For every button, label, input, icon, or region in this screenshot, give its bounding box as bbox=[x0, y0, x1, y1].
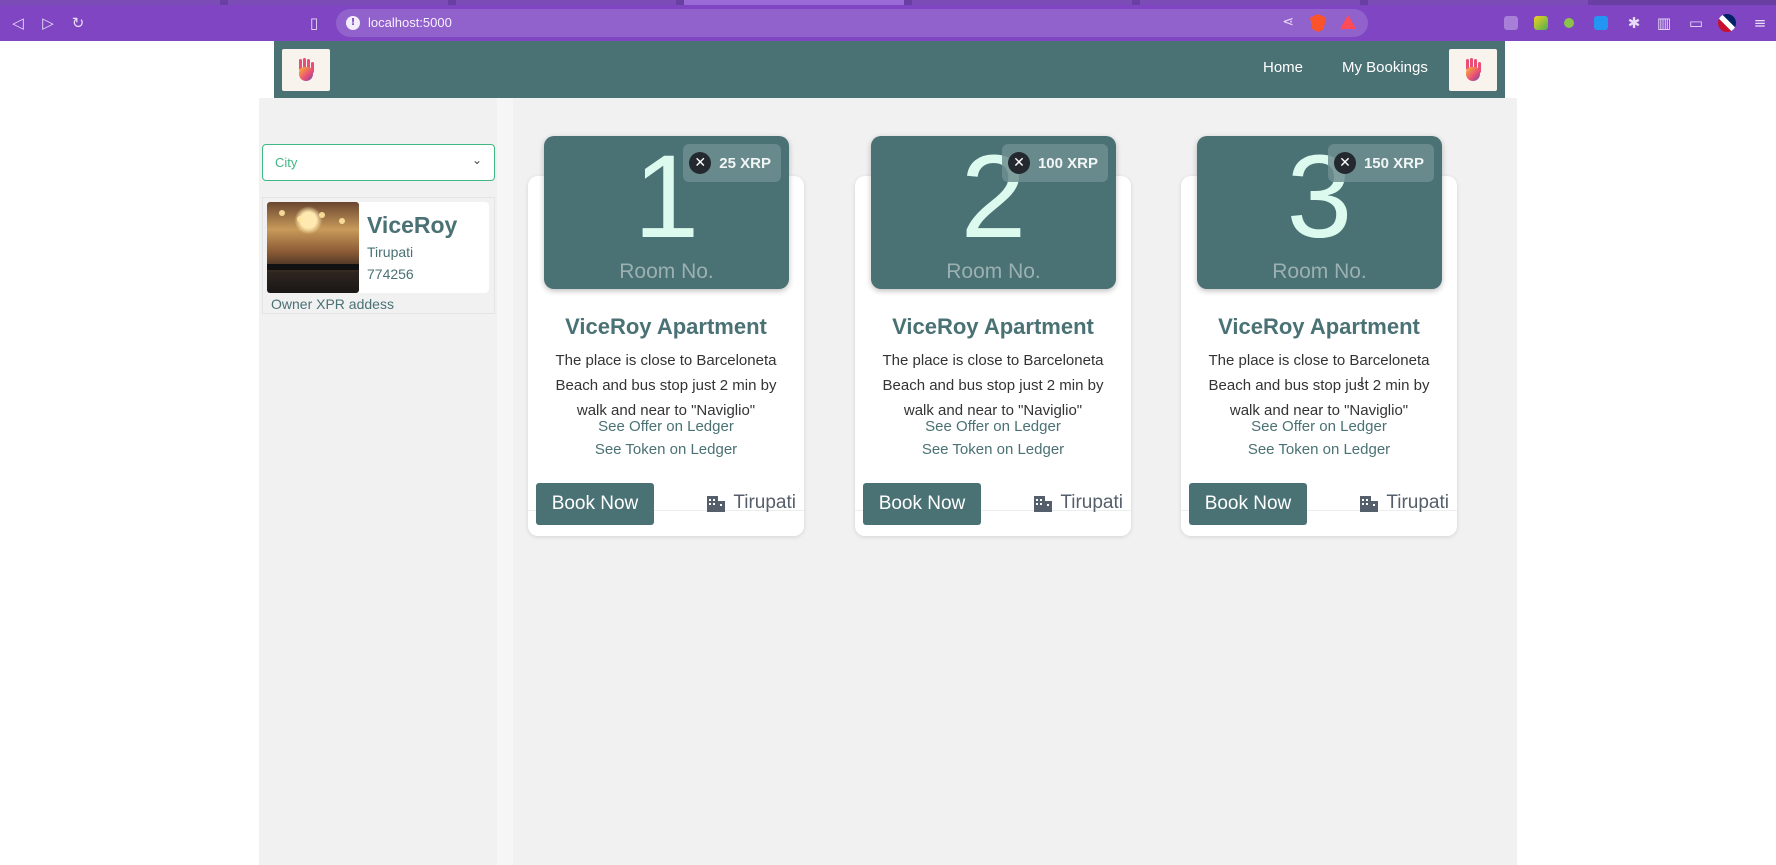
book-now-button[interactable]: Book Now bbox=[536, 483, 654, 525]
nav-my-bookings-link[interactable]: My Bookings bbox=[1342, 59, 1428, 76]
city-select-value: City bbox=[275, 155, 298, 170]
hotel-image bbox=[267, 202, 359, 293]
navbar: Home My Bookings bbox=[274, 41, 1505, 98]
room-location: Tirupati bbox=[1360, 492, 1449, 514]
room-description: The place is close to Barceloneta Beach … bbox=[882, 352, 1104, 419]
price-badge: ✕ 100 XRP bbox=[1001, 144, 1108, 182]
text-cursor-icon: I bbox=[1360, 376, 1364, 391]
room-number-label: Room No. bbox=[1272, 260, 1367, 283]
sidebar-icon[interactable]: ▥ bbox=[1654, 13, 1674, 33]
price-text: 25 XRP bbox=[719, 154, 771, 172]
room-title: ViceRoy Apartment bbox=[892, 314, 1094, 339]
chevron-down-icon: ⌄ bbox=[471, 153, 482, 167]
room-card-header: 3 Room No. ✕ 150 XRP bbox=[1197, 136, 1442, 289]
brave-rewards-icon[interactable] bbox=[1340, 15, 1356, 29]
hotel-city: Tirupati bbox=[367, 244, 414, 260]
room-location: Tirupati bbox=[707, 492, 796, 514]
building-icon bbox=[1360, 494, 1379, 512]
room-description: The place is close to Barceloneta Beach … bbox=[555, 352, 777, 419]
reload-icon[interactable]: ↻ bbox=[68, 13, 88, 33]
extension-icon[interactable] bbox=[1504, 16, 1518, 30]
hotel-card-inner: ViceRoy Tirupati 774256 bbox=[267, 202, 489, 293]
price-text: 150 XRP bbox=[1363, 154, 1424, 172]
book-now-button[interactable]: Book Now bbox=[863, 483, 981, 525]
menu-icon[interactable]: ≡ bbox=[1750, 13, 1770, 33]
room-location: Tirupati bbox=[1034, 492, 1123, 514]
hotel-name: ViceRoy bbox=[367, 212, 458, 238]
brand-logo[interactable] bbox=[282, 49, 330, 91]
see-token-link[interactable]: See Token on Ledger bbox=[1181, 441, 1457, 458]
address-bar[interactable]: ! localhost:5000 ⋖ bbox=[336, 9, 1368, 37]
brave-shields-icon[interactable] bbox=[1310, 14, 1326, 32]
xrp-icon: ✕ bbox=[1007, 152, 1030, 174]
browser-toolbar: ◁ ▷ ↻ ▯ ! localhost:5000 ⋖ ✱ ▥ ▭ ≡ bbox=[0, 5, 1776, 41]
profile-icon[interactable] bbox=[1718, 14, 1736, 32]
extension-icon[interactable] bbox=[1534, 16, 1548, 30]
bookmark-icon[interactable]: ▯ bbox=[304, 13, 324, 33]
see-offer-link[interactable]: See Offer on Ledger bbox=[1181, 418, 1457, 435]
price-badge: ✕ 150 XRP bbox=[1327, 144, 1434, 182]
back-icon[interactable]: ◁ bbox=[8, 13, 28, 33]
room-title: ViceRoy Apartment bbox=[565, 314, 767, 339]
room-card-header: 1 Room No. ✕ 25 XRP bbox=[544, 136, 789, 289]
price-badge: ✕ 25 XRP bbox=[683, 144, 781, 182]
hotel-card[interactable]: ViceRoy Tirupati 774256 Owner XPR addess bbox=[262, 197, 495, 314]
room-card: 2 Room No. ✕ 100 XRP ViceRoy Apartment T… bbox=[855, 136, 1131, 536]
room-number-label: Room No. bbox=[619, 260, 714, 283]
extensions-icon[interactable]: ✱ bbox=[1624, 13, 1644, 33]
room-card: 3 Room No. ✕ 150 XRP ViceRoy Apartment T… bbox=[1181, 136, 1457, 536]
room-card: 1 Room No. ✕ 25 XRP ViceRoy Apartment Th… bbox=[528, 136, 804, 536]
hotel-owner-address: Owner XPR addess bbox=[271, 296, 394, 312]
xrp-icon: ✕ bbox=[1333, 152, 1356, 174]
room-card-header: 2 Room No. ✕ 100 XRP bbox=[871, 136, 1116, 289]
extension-icon[interactable] bbox=[1564, 18, 1574, 28]
room-number-label: Room No. bbox=[946, 260, 1041, 283]
see-token-link[interactable]: See Token on Ledger bbox=[528, 441, 804, 458]
share-icon[interactable]: ⋖ bbox=[1282, 14, 1294, 30]
room-city: Tirupati bbox=[1060, 492, 1123, 513]
site-info-icon[interactable]: ! bbox=[346, 16, 360, 30]
sidebar-divider bbox=[497, 98, 513, 865]
url-text[interactable]: localhost:5000 bbox=[368, 15, 452, 30]
page: Home My Bookings City ⌄ ViceRoy Tirupati… bbox=[0, 41, 1776, 865]
book-now-button[interactable]: Book Now bbox=[1189, 483, 1307, 525]
wallet-icon[interactable]: ▭ bbox=[1686, 13, 1706, 33]
extension-icon[interactable] bbox=[1594, 16, 1608, 30]
hotel-pincode: 774256 bbox=[367, 266, 414, 282]
hand-logo-icon bbox=[296, 58, 316, 82]
xrp-icon: ✕ bbox=[689, 152, 712, 174]
city-select[interactable]: City ⌄ bbox=[262, 144, 495, 181]
see-offer-link[interactable]: See Offer on Ledger bbox=[855, 418, 1131, 435]
room-city: Tirupati bbox=[733, 492, 796, 513]
room-city: Tirupati bbox=[1386, 492, 1449, 513]
price-text: 100 XRP bbox=[1037, 154, 1098, 172]
building-icon bbox=[707, 494, 726, 512]
see-token-link[interactable]: See Token on Ledger bbox=[855, 441, 1131, 458]
profile-logo-button[interactable] bbox=[1449, 49, 1497, 91]
building-icon bbox=[1034, 494, 1053, 512]
forward-icon[interactable]: ▷ bbox=[38, 13, 58, 33]
see-offer-link[interactable]: See Offer on Ledger bbox=[528, 418, 804, 435]
nav-home-link[interactable]: Home bbox=[1263, 59, 1303, 76]
room-description: The place is close to Barceloneta Beach … bbox=[1208, 352, 1430, 419]
room-title: ViceRoy Apartment bbox=[1218, 314, 1420, 339]
hand-logo-icon bbox=[1463, 58, 1483, 82]
